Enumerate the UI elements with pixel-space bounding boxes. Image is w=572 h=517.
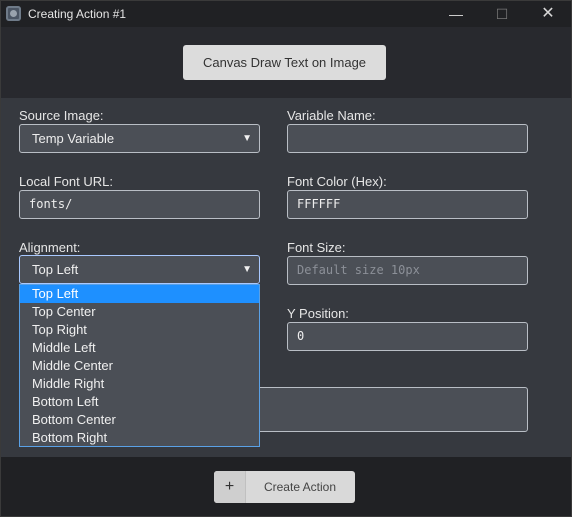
create-action-button[interactable]: + Create Action [214,471,355,503]
alignment-options-list: Top Left Top Center Top Right Middle Lef… [19,284,260,447]
variable-name-label: Variable Name: [287,108,376,123]
option-middle-center[interactable]: Middle Center [20,357,259,375]
title-bar: Creating Action #1 — ☐ ✕ [1,1,571,27]
font-size-label: Font Size: [287,240,346,255]
source-image-value: Temp Variable [32,131,115,146]
app-icon [6,6,21,21]
alignment-select[interactable]: Top Left ▼ [19,255,260,284]
local-font-url-input[interactable]: fonts/ [19,190,260,219]
y-position-input[interactable]: 0 [287,322,528,351]
minimize-button[interactable]: — [433,1,479,27]
plus-icon: + [214,471,246,503]
source-image-select[interactable]: Temp Variable ▼ [19,124,260,153]
dropdown-arrow-icon: ▼ [242,264,252,275]
option-middle-left[interactable]: Middle Left [20,339,259,357]
variable-name-input[interactable] [287,124,528,153]
option-bottom-center[interactable]: Bottom Center [20,411,259,429]
footer-area: + Create Action [1,457,571,516]
maximize-button[interactable]: ☐ [479,1,525,27]
y-position-label: Y Position: [287,306,349,321]
font-size-input[interactable]: Default size 10px [287,256,528,285]
option-top-center[interactable]: Top Center [20,303,259,321]
close-button[interactable]: ✕ [525,1,571,27]
font-color-input[interactable]: FFFFFF [287,190,528,219]
create-action-label: Create Action [263,480,337,494]
font-color-label: Font Color (Hex): [287,174,387,189]
option-top-left[interactable]: Top Left [20,285,259,303]
option-bottom-right[interactable]: Bottom Right [20,429,259,447]
alignment-value: Top Left [32,262,79,277]
header-area: Canvas Draw Text on Image [1,27,571,98]
canvas-draw-text-button[interactable]: Canvas Draw Text on Image [183,45,386,80]
dropdown-arrow-icon: ▼ [242,133,252,144]
window-title: Creating Action #1 [28,7,127,21]
alignment-label: Alignment: [19,240,81,255]
source-image-label: Source Image: [19,108,104,123]
option-top-right[interactable]: Top Right [20,321,259,339]
option-middle-right[interactable]: Middle Right [20,375,259,393]
option-bottom-left[interactable]: Bottom Left [20,393,259,411]
dialog-window: Creating Action #1 — ☐ ✕ Canvas Draw Tex… [0,0,572,517]
local-font-url-label: Local Font URL: [19,174,113,189]
font-size-placeholder: Default size 10px [297,263,420,277]
